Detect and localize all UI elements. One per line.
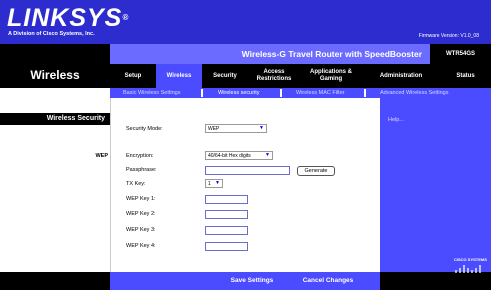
model-number: WTR54GS bbox=[430, 44, 491, 64]
subtab-basic-wireless[interactable]: Basic Wireless Settings bbox=[123, 88, 180, 98]
tab-label: Wireless bbox=[166, 72, 192, 79]
tab-label: Access Restrictions bbox=[256, 69, 292, 82]
security-mode-value: WEP bbox=[208, 126, 220, 132]
cancel-changes-button[interactable]: Cancel Changes bbox=[296, 275, 360, 287]
sub-tabs: Basic Wireless Settings Wireless securit… bbox=[110, 88, 491, 98]
router-admin-page: LINKSYS® A Division of Cisco Systems, In… bbox=[0, 0, 491, 290]
tab-label: Administration bbox=[379, 72, 423, 79]
tab-wireless[interactable]: Wireless bbox=[156, 64, 202, 88]
tab-administration[interactable]: Administration bbox=[362, 64, 440, 88]
subtab-mac-filter[interactable]: Wireless MAC Filter bbox=[296, 88, 345, 98]
tab-label: Setup bbox=[124, 72, 142, 79]
tx-key-select[interactable]: 1 ▼ bbox=[205, 179, 223, 188]
wep-key-3-label: WEP Key 3: bbox=[126, 227, 156, 233]
logo-subtitle: A Division of Cisco Systems, Inc. bbox=[8, 31, 95, 37]
subtab-separator bbox=[364, 89, 366, 97]
tab-label: Security bbox=[213, 72, 237, 79]
chevron-down-icon: ▼ bbox=[215, 180, 220, 186]
subtab-separator bbox=[280, 89, 282, 97]
cisco-logo: CISCO SYSTEMS bbox=[454, 257, 487, 275]
wep-key-4-field[interactable] bbox=[205, 242, 248, 251]
wep-key-3-field[interactable] bbox=[205, 226, 248, 235]
cisco-logo-text: CISCO SYSTEMS bbox=[454, 257, 487, 262]
encryption-label: Encryption: bbox=[126, 153, 154, 159]
product-title: Wireless-G Travel Router with SpeedBoost… bbox=[110, 44, 430, 64]
encryption-select[interactable]: 40/64-bit Hex digits ▼ bbox=[205, 151, 273, 160]
tx-key-value: 1 bbox=[208, 181, 211, 187]
wep-group-label: WEP bbox=[95, 153, 108, 159]
logo-registered-mark: ® bbox=[122, 13, 130, 22]
subtab-wireless-security[interactable]: Wireless security bbox=[218, 88, 260, 98]
tab-status[interactable]: Status bbox=[440, 64, 491, 88]
encryption-value: 40/64-bit Hex digits bbox=[208, 153, 251, 159]
save-settings-button[interactable]: Save Settings bbox=[222, 275, 282, 287]
chevron-down-icon: ▼ bbox=[259, 125, 264, 131]
wireless-security-heading: Wireless Security bbox=[0, 113, 110, 125]
wep-key-4-label: WEP Key 4: bbox=[126, 243, 156, 249]
tab-security[interactable]: Security bbox=[202, 64, 248, 88]
wep-key-2-field[interactable] bbox=[205, 210, 248, 219]
main-tabs: Setup Wireless Security Access Restricti… bbox=[110, 64, 491, 88]
section-title: Wireless bbox=[30, 68, 80, 82]
security-mode-label: Security Mode: bbox=[126, 126, 163, 132]
tab-label: Applications & Gaming bbox=[309, 69, 352, 82]
header: LINKSYS® A Division of Cisco Systems, In… bbox=[0, 0, 491, 44]
tab-label: Status bbox=[456, 72, 475, 79]
subtab-advanced-wireless[interactable]: Advanced Wireless Settings bbox=[380, 88, 448, 98]
tab-setup[interactable]: Setup bbox=[110, 64, 156, 88]
tab-applications-gaming[interactable]: Applications & Gaming bbox=[300, 64, 362, 88]
tx-key-label: TX Key: bbox=[126, 181, 146, 187]
linksys-logo: LINKSYS® bbox=[7, 4, 130, 32]
chevron-down-icon: ▼ bbox=[265, 152, 270, 158]
wep-key-2-label: WEP Key 2: bbox=[126, 211, 156, 217]
security-mode-select[interactable]: WEP ▼ bbox=[205, 124, 267, 133]
subtab-separator bbox=[201, 89, 203, 97]
firmware-version: Firmware Version: V1.0_08 bbox=[418, 33, 479, 39]
help-link[interactable]: Help... bbox=[388, 117, 404, 123]
wep-key-1-field[interactable] bbox=[205, 195, 248, 204]
tab-access-restrictions[interactable]: Access Restrictions bbox=[248, 64, 300, 88]
logo-text: LINKSYS bbox=[7, 4, 123, 32]
passphrase-field[interactable] bbox=[205, 166, 290, 175]
help-panel bbox=[380, 98, 491, 272]
passphrase-label: Passphrase: bbox=[126, 167, 157, 173]
cisco-bridge-icon bbox=[455, 265, 481, 273]
generate-button[interactable]: Generate bbox=[297, 166, 335, 176]
wep-key-1-label: WEP Key 1: bbox=[126, 196, 156, 202]
